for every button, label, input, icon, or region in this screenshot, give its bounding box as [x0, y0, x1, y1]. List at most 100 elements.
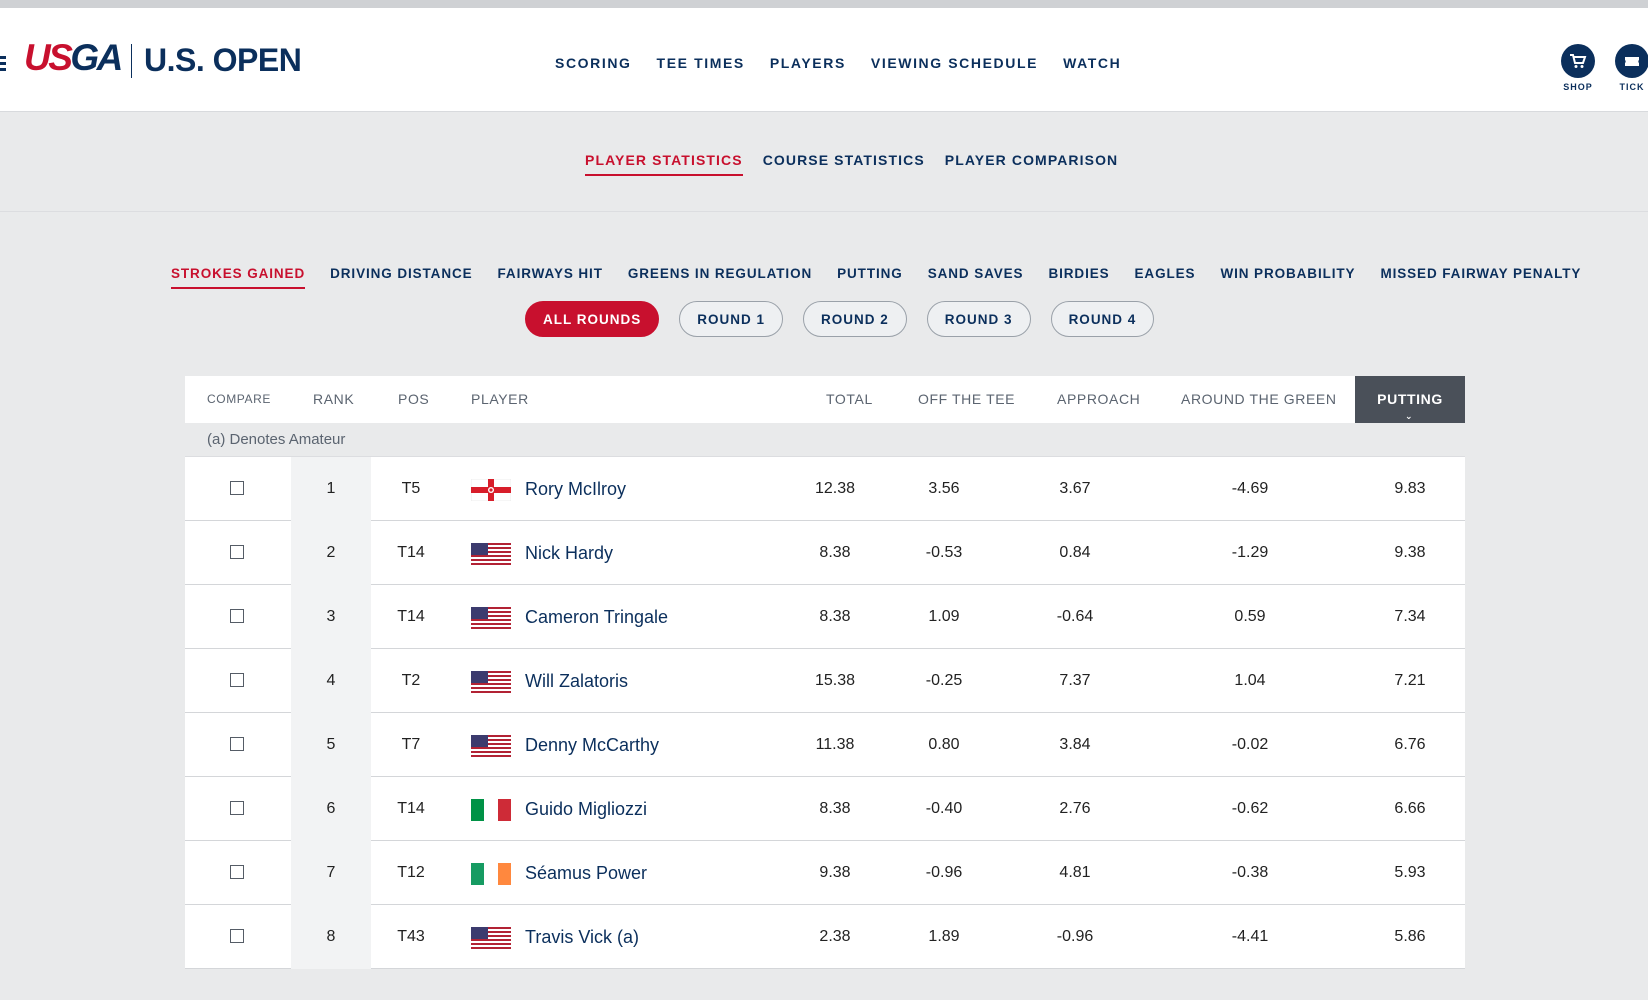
pos-cell: T12 [397, 864, 425, 881]
table-body: 1 T5 Rory McIlroy 12.38 3.56 3.67 -4.69 … [185, 457, 1465, 969]
player-name-link[interactable]: Denny McCarthy [525, 713, 659, 777]
nav-viewing-schedule[interactable]: VIEWING SCHEDULE [871, 55, 1038, 71]
player-name-link[interactable]: Rory McIlroy [525, 457, 626, 521]
total-cell: 9.38 [819, 864, 851, 881]
column-approach[interactable]: APPROACH [1057, 376, 1140, 423]
off-the-tee-cell: 1.89 [928, 928, 960, 945]
column-pos[interactable]: POS [398, 376, 429, 423]
tab-greens-in-regulation[interactable]: GREENS IN REGULATION [628, 266, 812, 289]
tab-player-comparison[interactable]: PLAYER COMPARISON [945, 152, 1119, 176]
italy-flag-icon [471, 799, 511, 821]
tab-putting[interactable]: PUTTING [837, 266, 903, 289]
player-name-link[interactable]: Séamus Power [525, 841, 647, 905]
player-name-link[interactable]: Will Zalatoris [525, 649, 628, 713]
tab-course-statistics[interactable]: COURSE STATISTICS [763, 152, 925, 176]
tab-sand-saves[interactable]: SAND SAVES [928, 266, 1024, 289]
compare-checkbox[interactable] [230, 929, 244, 943]
table-row: 3 T14 Cameron Tringale 8.38 1.09 -0.64 0… [185, 585, 1465, 649]
tab-birdies[interactable]: BIRDIES [1048, 266, 1109, 289]
ticket-icon [1615, 44, 1648, 78]
nav-watch[interactable]: WATCH [1063, 55, 1121, 71]
ireland-flag-icon [471, 863, 511, 885]
round-3-button[interactable]: ROUND 3 [926, 301, 1031, 337]
compare-checkbox[interactable] [230, 545, 244, 559]
tab-eagles[interactable]: EAGLES [1135, 266, 1196, 289]
sort-chevron-icon: ⌄ [1405, 411, 1414, 421]
rank-cell: 5 [291, 713, 371, 777]
rank-cell: 2 [291, 521, 371, 585]
around-the-green-cell: -4.69 [1231, 480, 1269, 497]
total-cell: 8.38 [819, 800, 851, 817]
putting-cell: 9.38 [1394, 544, 1426, 561]
amateur-note: (a) Denotes Amateur [185, 423, 1465, 457]
compare-checkbox[interactable] [230, 609, 244, 623]
pos-cell: T14 [397, 608, 425, 625]
around-the-green-cell: -0.02 [1231, 736, 1269, 753]
all-rounds-button[interactable]: ALL ROUNDS [525, 301, 660, 337]
round-1-button[interactable]: ROUND 1 [679, 301, 784, 337]
round-4-button[interactable]: ROUND 4 [1050, 301, 1155, 337]
round-2-button[interactable]: ROUND 2 [803, 301, 907, 337]
hamburger-menu-icon[interactable] [0, 56, 6, 71]
player-name-link[interactable]: Cameron Tringale [525, 585, 668, 649]
strokes-gained-table: COMPARE RANK POS PLAYER TOTAL OFF THE TE… [185, 376, 1465, 969]
tab-win-probability[interactable]: WIN PROBABILITY [1220, 266, 1355, 289]
tab-strokes-gained[interactable]: STROKES GAINED [171, 266, 306, 289]
total-cell: 8.38 [819, 544, 851, 561]
column-rank[interactable]: RANK [313, 376, 354, 423]
approach-cell: 2.76 [1059, 800, 1091, 817]
column-around-the-green[interactable]: AROUND THE GREEN [1181, 376, 1337, 423]
approach-cell: 3.84 [1059, 736, 1091, 753]
us-open-logo[interactable]: U.S. OPEN [144, 40, 302, 80]
off-the-tee-cell: -0.96 [925, 864, 963, 881]
table-row: 5 T7 Denny McCarthy 11.38 0.80 3.84 -0.0… [185, 713, 1465, 777]
approach-cell: 3.67 [1059, 480, 1091, 497]
tab-driving-distance[interactable]: DRIVING DISTANCE [330, 266, 472, 289]
rank-cell: 1 [291, 457, 371, 521]
compare-checkbox[interactable] [230, 673, 244, 687]
player-name-link[interactable]: Nick Hardy [525, 521, 613, 585]
player-name-link[interactable]: Guido Migliozzi [525, 777, 647, 841]
approach-cell: -0.96 [1056, 928, 1094, 945]
nav-players[interactable]: PLAYERS [770, 55, 846, 71]
player-name-link[interactable]: Travis Vick (a) [525, 905, 639, 969]
nav-scoring[interactable]: SCORING [555, 55, 632, 71]
compare-checkbox[interactable] [230, 865, 244, 879]
rank-cell: 7 [291, 841, 371, 905]
column-putting[interactable]: PUTTING ⌄ [1355, 376, 1465, 423]
compare-checkbox[interactable] [230, 481, 244, 495]
compare-checkbox[interactable] [230, 737, 244, 751]
column-off-the-tee[interactable]: OFF THE TEE [918, 376, 1015, 423]
nav-tee-times[interactable]: TEE TIMES [657, 55, 745, 71]
shop-button[interactable]: SHOP [1554, 44, 1602, 92]
compare-checkbox[interactable] [230, 801, 244, 815]
total-cell: 15.38 [814, 672, 856, 689]
column-total[interactable]: TOTAL [826, 376, 873, 423]
tickets-button[interactable]: TICK [1608, 44, 1648, 92]
total-cell: 11.38 [815, 736, 855, 753]
stat-category-tabs: STROKES GAINED DRIVING DISTANCE FAIRWAYS… [171, 266, 1581, 289]
tab-player-statistics[interactable]: PLAYER STATISTICS [585, 152, 743, 176]
off-the-tee-cell: 1.09 [928, 608, 960, 625]
pos-cell: T5 [401, 480, 421, 497]
approach-cell: 7.37 [1059, 672, 1091, 689]
putting-cell: 7.21 [1394, 672, 1426, 689]
tab-missed-fairway-penalty[interactable]: MISSED FAIRWAY PENALTY [1380, 266, 1581, 289]
tab-fairways-hit[interactable]: FAIRWAYS HIT [498, 266, 603, 289]
northern-ireland-flag-icon [470, 478, 512, 502]
tickets-label: TICK [1619, 82, 1645, 92]
table-row: 1 T5 Rory McIlroy 12.38 3.56 3.67 -4.69 … [185, 457, 1465, 521]
table-row: 7 T12 Séamus Power 9.38 -0.96 4.81 -0.38… [185, 841, 1465, 905]
rank-cell: 6 [291, 777, 371, 841]
approach-cell: -0.64 [1056, 608, 1094, 625]
off-the-tee-cell: -0.53 [925, 544, 963, 561]
putting-cell: 5.93 [1394, 864, 1426, 881]
usga-logo[interactable]: USGA [24, 38, 123, 78]
rank-cell: 3 [291, 585, 371, 649]
around-the-green-cell: -1.29 [1231, 544, 1269, 561]
usa-flag-icon [471, 543, 511, 565]
pos-cell: T14 [397, 800, 425, 817]
table-row: 2 T14 Nick Hardy 8.38 -0.53 0.84 -1.29 9… [185, 521, 1465, 585]
column-player[interactable]: PLAYER [471, 376, 529, 423]
table-row: 6 T14 Guido Migliozzi 8.38 -0.40 2.76 -0… [185, 777, 1465, 841]
